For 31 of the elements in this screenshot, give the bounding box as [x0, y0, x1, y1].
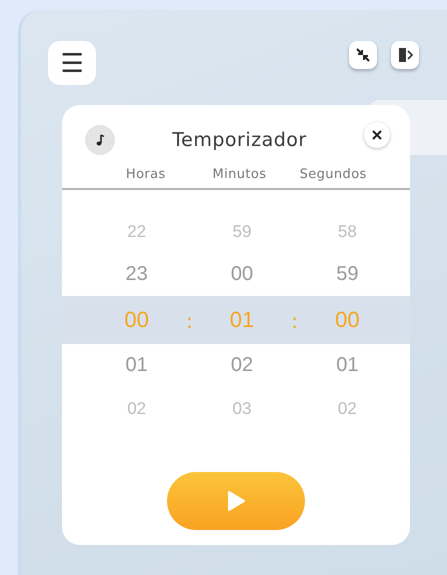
picker-value[interactable]: 59: [232, 210, 252, 253]
picker-value[interactable]: 01: [126, 344, 148, 387]
column-label: Horas: [124, 167, 167, 182]
picker-value[interactable]: 00: [335, 296, 360, 344]
picker-value[interactable]: 02: [230, 344, 254, 387]
picker-value[interactable]: 03: [232, 387, 252, 430]
exit-button[interactable]: [391, 41, 419, 69]
picker-value[interactable]: 01: [230, 296, 254, 344]
picker-value[interactable]: 00: [230, 253, 254, 296]
column-label: Minutos: [212, 167, 268, 182]
time-separator: :: [184, 309, 194, 333]
door-exit-icon: [396, 46, 414, 64]
timer-title: Temporizador: [171, 129, 308, 151]
play-icon: [226, 490, 246, 512]
picker-value[interactable]: 00: [124, 296, 149, 344]
picker-value[interactable]: 02: [127, 387, 146, 430]
picker-value[interactable]: 01: [336, 344, 358, 387]
music-note-icon: [95, 134, 105, 146]
close-icon: [372, 130, 382, 140]
picker-value[interactable]: 02: [338, 387, 357, 430]
time-separator: :: [290, 309, 300, 333]
minimize-button[interactable]: [349, 41, 377, 69]
column-label: Segundos: [298, 167, 368, 182]
picker-value[interactable]: 58: [338, 210, 357, 253]
music-button[interactable]: [85, 125, 115, 155]
picker-value[interactable]: 59: [336, 253, 358, 296]
picker-value[interactable]: 23: [126, 253, 148, 296]
menu-button[interactable]: ☰: [48, 41, 96, 85]
picker-value[interactable]: 22: [127, 210, 146, 253]
collapse-arrows-icon: [355, 47, 371, 63]
close-button[interactable]: [364, 122, 390, 148]
